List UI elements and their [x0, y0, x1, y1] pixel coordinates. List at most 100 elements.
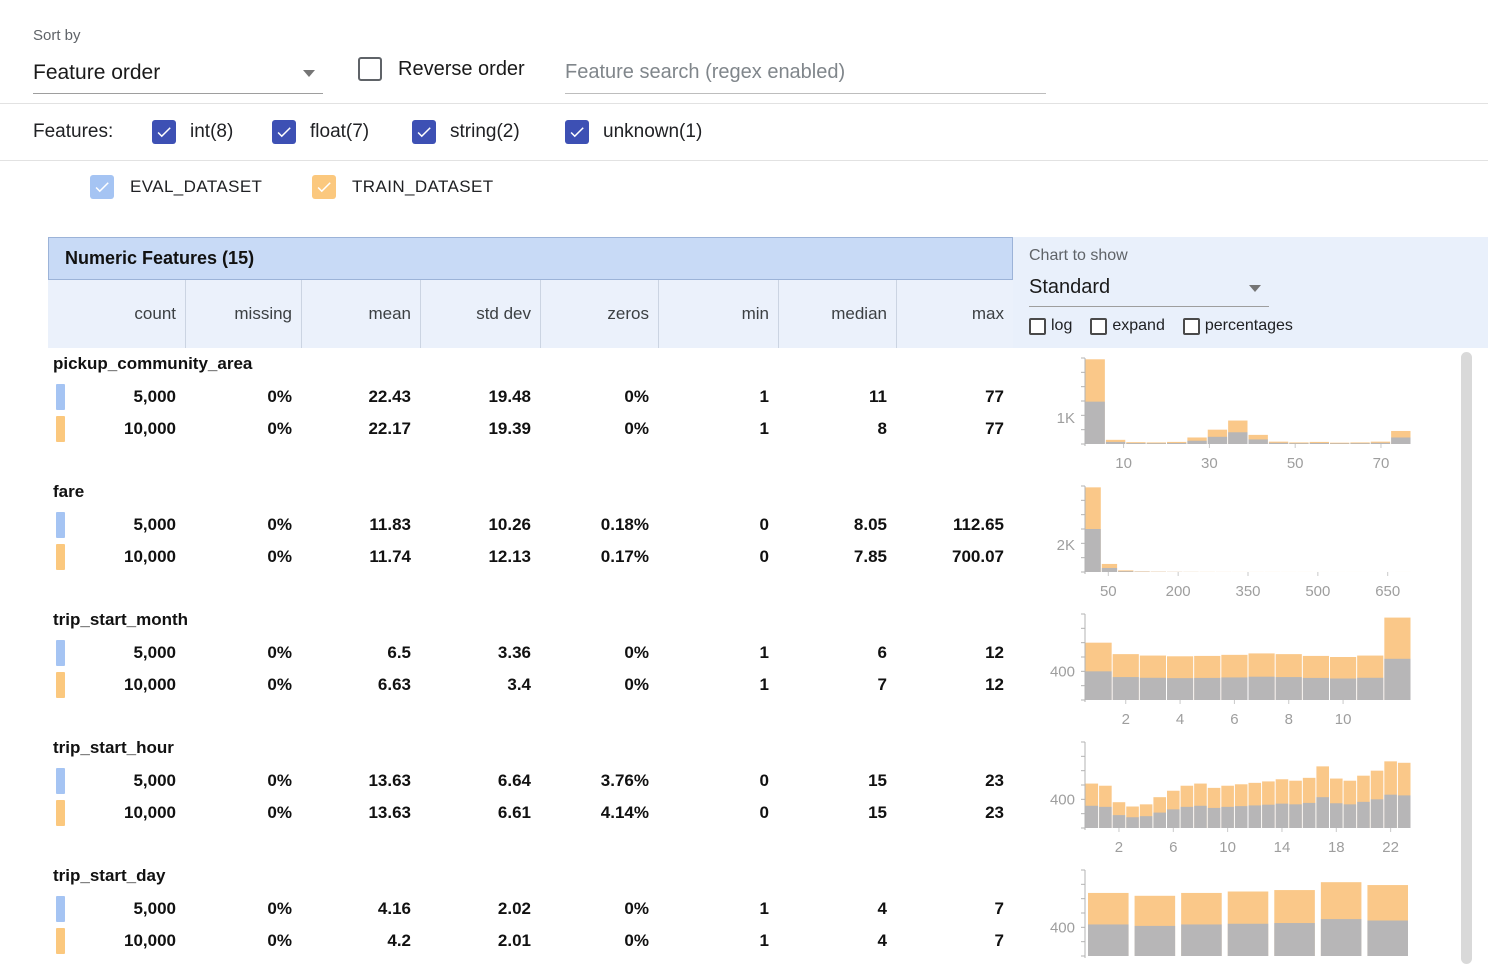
- column-header-mean: mean: [301, 280, 420, 348]
- eval-swatch: [56, 640, 65, 666]
- stat-cell: 1: [658, 926, 778, 956]
- chart-type-select[interactable]: Standard: [1029, 269, 1269, 307]
- stat-cell: 8.05: [778, 510, 896, 540]
- expand-option[interactable]: expand: [1090, 317, 1165, 335]
- stat-cell: 0%: [185, 926, 301, 956]
- checkbox-checked-icon[interactable]: [565, 120, 589, 144]
- expand-label: expand: [1112, 317, 1165, 335]
- stat-cell: 10,000: [48, 670, 185, 700]
- reverse-order-label: Reverse order: [398, 58, 525, 81]
- log-checkbox[interactable]: [1029, 318, 1046, 335]
- filter-int[interactable]: int(8): [152, 120, 233, 144]
- eval-swatch: [56, 768, 65, 794]
- stat-row-train: 10,0000%6.633.40%1712: [48, 670, 1013, 700]
- stat-row-train: 10,0000%13.636.614.14%01523: [48, 798, 1013, 828]
- feature-list: pickup_community_area5,0000%22.4319.480%…: [48, 348, 1463, 968]
- stat-cell: 4.16: [301, 894, 420, 924]
- vertical-scrollbar[interactable]: [1461, 352, 1472, 964]
- stat-cell: 12.13: [420, 542, 540, 572]
- column-header-median: median: [778, 280, 896, 348]
- percentages-option[interactable]: percentages: [1183, 317, 1293, 335]
- stat-cell: 5,000: [48, 382, 185, 412]
- feature-group-fare: fare5,0000%11.8310.260.18%08.05112.6510,…: [48, 476, 1463, 604]
- stat-cell: 10,000: [48, 414, 185, 444]
- stat-cell: 0: [658, 510, 778, 540]
- x-tick-label: 10: [1335, 711, 1352, 728]
- filter-unknown[interactable]: unknown(1): [565, 120, 702, 144]
- stat-cell: 5,000: [48, 894, 185, 924]
- column-header-count: count: [48, 280, 185, 348]
- stat-cell: 0%: [185, 510, 301, 540]
- stat-cell: 22.43: [301, 382, 420, 412]
- percentages-checkbox[interactable]: [1183, 318, 1200, 335]
- stat-cell: 4: [778, 894, 896, 924]
- feature-group-pickup_community_area: pickup_community_area5,0000%22.4319.480%…: [48, 348, 1463, 476]
- dataset-train-label: TRAIN_DATASET: [352, 177, 494, 197]
- sort-by-value: Feature order: [33, 61, 160, 85]
- checkbox-checked-icon[interactable]: [272, 120, 296, 144]
- dataset-eval-label: EVAL_DATASET: [130, 177, 262, 197]
- stat-cell: 0.17%: [540, 542, 658, 572]
- train-checkbox-icon[interactable]: [312, 175, 336, 199]
- stat-cell: 1: [658, 638, 778, 668]
- eval-swatch: [56, 512, 65, 538]
- stat-cell: 0%: [185, 414, 301, 444]
- histogram-trip_start_month: 400246810: [1013, 604, 1463, 732]
- x-tick-label: 18: [1328, 839, 1345, 856]
- stat-cell: 5,000: [48, 638, 185, 668]
- x-tick-label: 10: [1219, 839, 1236, 856]
- chart-options: log expand percentages: [1029, 317, 1301, 335]
- stat-cell: 23: [896, 798, 1013, 828]
- log-option[interactable]: log: [1029, 317, 1072, 335]
- x-tick-label: 200: [1166, 583, 1191, 600]
- stat-row-train: 10,0000%4.22.010%147: [48, 926, 1013, 956]
- filter-string[interactable]: string(2): [412, 120, 520, 144]
- stat-cell: 1: [658, 414, 778, 444]
- checkbox-checked-icon[interactable]: [412, 120, 436, 144]
- train-swatch: [56, 928, 65, 954]
- checkbox-checked-icon[interactable]: [152, 120, 176, 144]
- stat-cell: 3.76%: [540, 766, 658, 796]
- stat-cell: 77: [896, 382, 1013, 412]
- divider: [0, 103, 1488, 104]
- stat-cell: 10,000: [48, 926, 185, 956]
- dataset-eval-toggle[interactable]: EVAL_DATASET: [90, 175, 262, 199]
- y-axis-label: 400: [1050, 663, 1075, 680]
- stat-cell: 19.48: [420, 382, 540, 412]
- percentages-label: percentages: [1205, 317, 1293, 335]
- filter-unknown-label: unknown(1): [603, 121, 702, 143]
- histogram-fare: 2K50200350500650: [1013, 476, 1463, 604]
- stat-cell: 7: [896, 894, 1013, 924]
- sort-by-select[interactable]: Feature order: [33, 52, 323, 94]
- stat-row-eval: 5,0000%13.636.643.76%01523: [48, 766, 1013, 796]
- stat-cell: 6.61: [420, 798, 540, 828]
- reverse-order-checkbox[interactable]: [358, 57, 382, 81]
- stat-cell: 13.63: [301, 798, 420, 828]
- y-axis-label: 400: [1050, 919, 1075, 936]
- expand-checkbox[interactable]: [1090, 318, 1107, 335]
- train-swatch: [56, 416, 65, 442]
- stat-cell: 10,000: [48, 798, 185, 828]
- log-label: log: [1051, 317, 1072, 335]
- stat-cell: 10,000: [48, 542, 185, 572]
- eval-checkbox-icon[interactable]: [90, 175, 114, 199]
- stat-cell: 0: [658, 798, 778, 828]
- feature-name: pickup_community_area: [53, 354, 252, 374]
- feature-search-input[interactable]: [565, 52, 1046, 94]
- filter-float-label: float(7): [310, 121, 369, 143]
- stat-cell: 3.36: [420, 638, 540, 668]
- stat-cell: 12: [896, 638, 1013, 668]
- stat-cell: 11.83: [301, 510, 420, 540]
- stat-cell: 77: [896, 414, 1013, 444]
- filter-string-label: string(2): [450, 121, 520, 143]
- chart-controls-panel: Chart to show Standard log expand percen…: [1013, 237, 1488, 348]
- feature-name: trip_start_day: [53, 866, 165, 886]
- stat-cell: 11: [778, 382, 896, 412]
- dataset-train-toggle[interactable]: TRAIN_DATASET: [312, 175, 494, 199]
- divider: [0, 160, 1488, 161]
- feature-group-trip_start_hour: trip_start_hour5,0000%13.636.643.76%0152…: [48, 732, 1463, 860]
- filter-float[interactable]: float(7): [272, 120, 369, 144]
- eval-swatch: [56, 896, 65, 922]
- x-tick-label: 4: [1176, 711, 1184, 728]
- chart-to-show-label: Chart to show: [1029, 247, 1128, 265]
